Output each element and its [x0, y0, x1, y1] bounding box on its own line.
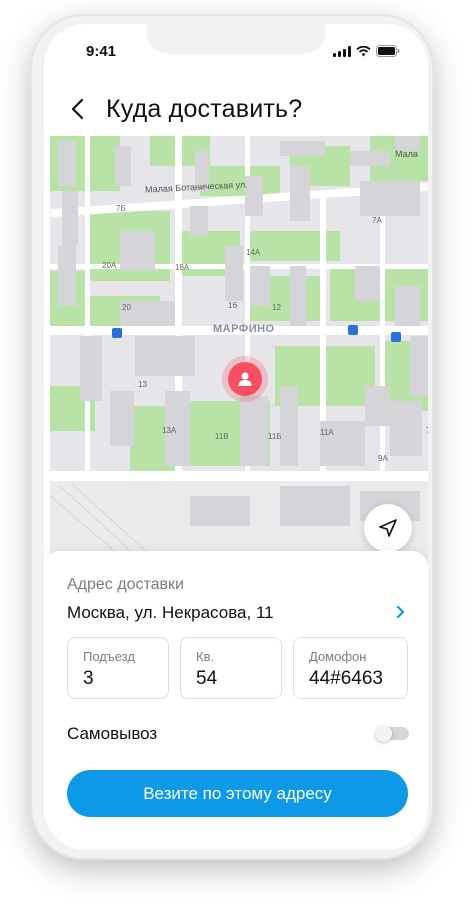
address-value[interactable]: Москва, ул. Некрасова, 11: [67, 603, 274, 623]
entrance-value[interactable]: 3: [83, 668, 94, 690]
status-time: 9:41: [86, 43, 117, 60]
chevron-right-icon[interactable]: [392, 604, 408, 620]
district-label: МАРФИНО: [213, 323, 275, 335]
building-label: 7Б: [116, 204, 126, 213]
building-label: 11В: [215, 432, 229, 441]
deliver-here-button[interactable]: Везите по этому адресу: [67, 770, 408, 817]
pickup-label: Самовывоз: [67, 724, 158, 743]
pickup-toggle[interactable]: [375, 725, 409, 742]
back-arrow-icon[interactable]: [66, 98, 88, 120]
battery-icon: [376, 45, 400, 57]
building-label: 13А: [162, 426, 177, 435]
page-title: Куда доставить?: [106, 94, 303, 123]
locate-me-button[interactable]: [364, 504, 412, 552]
building-label: 11А: [320, 428, 334, 437]
intercom-label: Домофон: [309, 649, 367, 664]
signal-icon: [333, 45, 351, 57]
apartment-field[interactable]: Кв. 54: [180, 637, 282, 699]
wifi-icon: [356, 45, 371, 56]
building-label: 11Б: [268, 432, 282, 441]
entrance-field[interactable]: Подъезд 3: [67, 637, 169, 699]
status-icons: [333, 45, 400, 57]
street-label: Мала: [395, 149, 418, 159]
address-caption: Адрес доставки: [67, 576, 184, 593]
building-label: 13: [138, 380, 147, 389]
app-screen: 9:41 Куда доставить? Малая Ботаническая …: [44, 24, 428, 850]
intercom-value[interactable]: 44#6463: [309, 668, 383, 690]
building-label: 9А: [378, 454, 388, 463]
location-pin-icon: [228, 362, 262, 396]
navigation-arrow-icon: [379, 519, 397, 537]
toggle-knob: [375, 725, 392, 742]
building-label: 18А: [175, 263, 190, 272]
apartment-value[interactable]: 54: [196, 668, 217, 690]
building-label: 14А: [246, 248, 261, 257]
intercom-field[interactable]: Домофон 44#6463: [293, 637, 408, 699]
entrance-label: Подъезд: [83, 649, 135, 664]
delivery-sheet: Адрес доставки Москва, ул. Некрасова, 11…: [44, 551, 428, 850]
building-label: 7А: [372, 216, 382, 225]
building-label: 7В: [426, 426, 428, 435]
map-view[interactable]: Малая Ботаническая ул. Мала МАРФИНО 7Б 7…: [50, 136, 428, 564]
building-label: 12: [272, 303, 281, 312]
building-label: 20А: [102, 261, 117, 270]
notch: [147, 24, 325, 54]
map-canvas: [50, 136, 428, 564]
building-label: 16: [228, 301, 237, 310]
header: Куда доставить?: [44, 86, 428, 132]
apartment-label: Кв.: [196, 649, 215, 664]
building-label: 20: [122, 303, 131, 312]
